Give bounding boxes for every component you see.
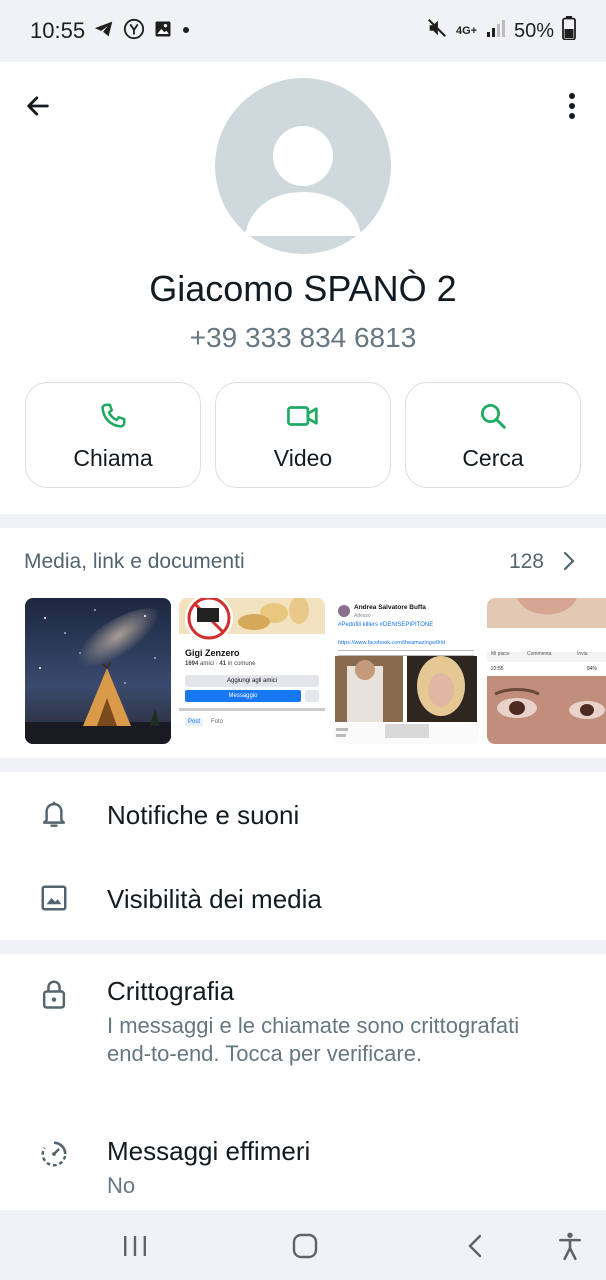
fb-tab-photo: Foto (211, 719, 224, 725)
fb-more-button (305, 690, 319, 702)
notifications-row[interactable]: Notifiche e suoni (0, 772, 606, 856)
contact-name: Giacomo SPANÒ 2 (149, 268, 457, 309)
media-title[interactable]: Media, link e documenti (24, 550, 245, 574)
default-avatar-icon (245, 126, 361, 236)
settings-section: Notifiche e suoni Visibilità dei media (0, 772, 606, 940)
yandex-icon (123, 18, 145, 45)
back-button[interactable] (18, 86, 58, 126)
accessibility-icon (559, 1232, 581, 1261)
fb-tab-post: Post (185, 718, 204, 726)
call-button[interactable]: Chiama (25, 382, 201, 488)
chevron-right-icon[interactable] (562, 550, 576, 577)
fb-post-link: https://www.facebook.com/theamazingw0rld (338, 640, 445, 646)
status-time: 10:55 (30, 18, 86, 43)
ephemeral-title: Messaggi effimeri (107, 1136, 311, 1166)
bell-icon (36, 796, 72, 832)
video-label: Video (273, 445, 333, 471)
accessibility-button[interactable] (550, 1228, 590, 1264)
network-label: 4G+ (455, 25, 478, 37)
system-navigation-bar (0, 1210, 606, 1280)
encryption-title: Crittografia (107, 976, 235, 1006)
fb-add-friend-button: Aggiungi agli amici (185, 675, 319, 687)
avatar[interactable] (215, 78, 391, 254)
phone-icon (26, 401, 200, 431)
lock-icon (36, 976, 72, 1012)
media-count[interactable]: 128 (509, 550, 544, 574)
fb-divider (179, 708, 325, 711)
media-thumbnail-fb-post[interactable]: Andrea Salvatore Buffa Adesso · #Pedofil… (333, 598, 479, 744)
call-label: Chiama (73, 445, 153, 471)
fb-mutual-text: in comune (227, 661, 256, 667)
home-button[interactable] (285, 1228, 325, 1264)
nav-back-button[interactable] (455, 1228, 495, 1264)
ephemeral-messages-row[interactable]: Messaggi effimeri No (0, 1124, 606, 1210)
fb-mutual-count: 41 (219, 661, 227, 667)
search-label: Cerca (462, 445, 524, 471)
shot-like-label: Mi piace (491, 651, 510, 657)
fb-profile-name: Gigi Zenzero (185, 648, 240, 658)
contact-phone: +39 333 834 6813 (189, 322, 417, 353)
battery-label: 50% (513, 19, 554, 42)
ephemeral-value: No (107, 1173, 136, 1198)
fb-friends-text: amici · (200, 661, 220, 667)
contact-header: Giacomo SPANÒ 2 +39 333 834 6813 Chiama … (0, 62, 606, 514)
media-thumbnail-fb-profile[interactable]: Gigi Zenzero 1694 amici · 41 in comune A… (179, 598, 325, 744)
status-bar: 10:55 4G+ 50% (0, 0, 606, 62)
video-camera-icon (216, 401, 390, 431)
fb-post-author: Andrea Salvatore Buffa (354, 604, 426, 611)
more-vert-icon (569, 93, 575, 119)
home-icon (292, 1233, 318, 1259)
image-icon (153, 19, 173, 44)
mute-icon (426, 17, 448, 45)
back-arrow-icon (27, 96, 49, 116)
media-visibility-label: Visibilità dei media (107, 884, 322, 914)
battery-icon (562, 16, 576, 46)
media-visibility-row[interactable]: Visibilità dei media (0, 856, 606, 940)
media-thumbnail-night-sky[interactable] (25, 598, 171, 744)
fb-post-time: Adesso · (354, 613, 374, 619)
shot-status-time: 22:55 (491, 666, 504, 672)
timer-icon (36, 1136, 72, 1172)
shot-share-label: Invia (577, 651, 588, 657)
signal-icon (486, 18, 506, 44)
search-icon (406, 401, 580, 431)
recent-apps-button[interactable] (115, 1228, 155, 1264)
search-button[interactable]: Cerca (405, 382, 581, 488)
privacy-section: Crittografia I messaggi e le chiamate so… (0, 954, 606, 1210)
dot-icon (181, 22, 191, 40)
more-options-button[interactable] (552, 86, 592, 126)
shot-comment-label: Commenta (527, 651, 552, 657)
encryption-description: I messaggi e le chiamate sono crittograf… (107, 1013, 520, 1066)
fb-post-hashtags: #Pedofili killers #DENISEPIPITONE (338, 622, 434, 628)
recent-apps-icon (124, 1236, 146, 1256)
video-call-button[interactable]: Video (215, 382, 391, 488)
shot-status-battery: 84% (587, 666, 598, 672)
fb-message-button: Messaggio (185, 690, 301, 702)
notifications-label: Notifiche e suoni (107, 800, 300, 830)
media-section: Media, link e documenti 128 Gigi Zenzero… (0, 528, 606, 758)
image-icon (36, 880, 72, 916)
fb-post-avatar (338, 605, 350, 617)
nav-back-icon (468, 1234, 482, 1258)
fb-friends-count: 1694 (185, 661, 199, 667)
encryption-row[interactable]: Crittografia I messaggi e le chiamate so… (0, 954, 606, 1110)
telegram-icon (93, 18, 115, 45)
media-thumbnail-face-screenshot[interactable]: Mi piace Commenta Invia 22:55 84% (487, 598, 606, 744)
fb-profile-stats: 1694 amici · 41 in comune (185, 661, 255, 667)
